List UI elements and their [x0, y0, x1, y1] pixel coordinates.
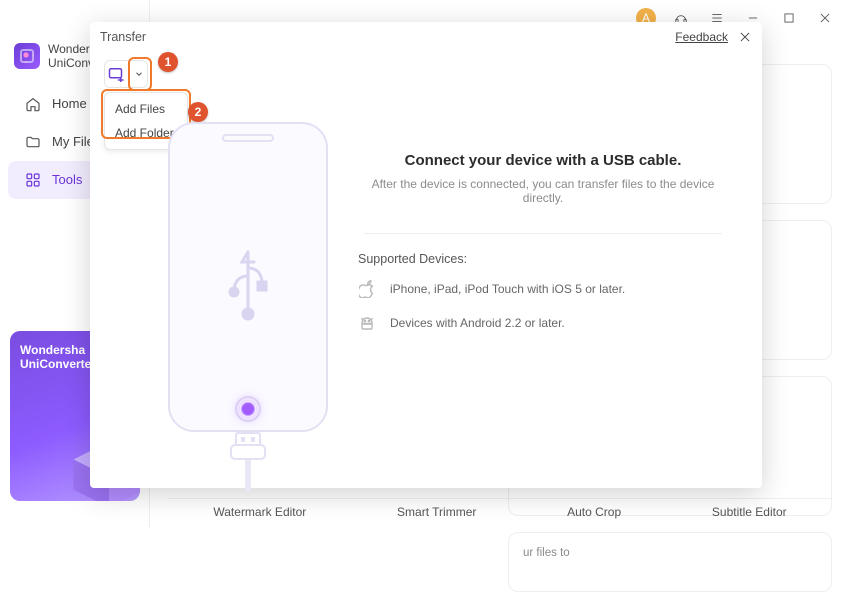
tutorial-badge-1: 1	[158, 52, 178, 72]
add-files-area: 1	[104, 60, 148, 88]
apple-icon	[358, 280, 376, 298]
add-media-icon	[105, 61, 130, 87]
divider	[364, 233, 722, 234]
supported-title: Supported Devices:	[358, 252, 728, 266]
usb-icon	[220, 246, 276, 322]
dialog-title: Transfer	[100, 30, 146, 44]
card-desc: ur files to	[523, 545, 817, 562]
supported-apple-text: iPhone, iPad, iPod Touch with iOS 5 or l…	[390, 282, 625, 296]
supported-android-text: Devices with Android 2.2 or later.	[390, 316, 565, 330]
dialog-titlebar: Transfer Feedback	[90, 22, 762, 52]
transfer-info: Connect your device with a USB cable. Af…	[358, 152, 728, 348]
close-icon[interactable]	[738, 30, 752, 44]
tutorial-badge-2: 2	[188, 102, 208, 122]
transfer-dialog: Transfer Feedback 1 Add Files Add Folder…	[90, 22, 762, 488]
phone-illustration	[168, 122, 328, 462]
supported-android: Devices with Android 2.2 or later.	[358, 314, 728, 332]
connect-subtext: After the device is connected, you can t…	[358, 177, 728, 205]
add-files-button[interactable]	[104, 60, 148, 88]
tool-card[interactable]: ur files to	[508, 532, 832, 592]
connect-headline: Connect your device with a USB cable.	[358, 152, 728, 169]
dropdown-item-add-files[interactable]: Add Files	[105, 97, 187, 121]
add-files-dropdown-toggle[interactable]	[130, 61, 147, 87]
feedback-link[interactable]: Feedback	[675, 30, 728, 44]
supported-apple: iPhone, iPad, iPod Touch with iOS 5 or l…	[358, 280, 728, 298]
android-icon	[358, 314, 376, 332]
